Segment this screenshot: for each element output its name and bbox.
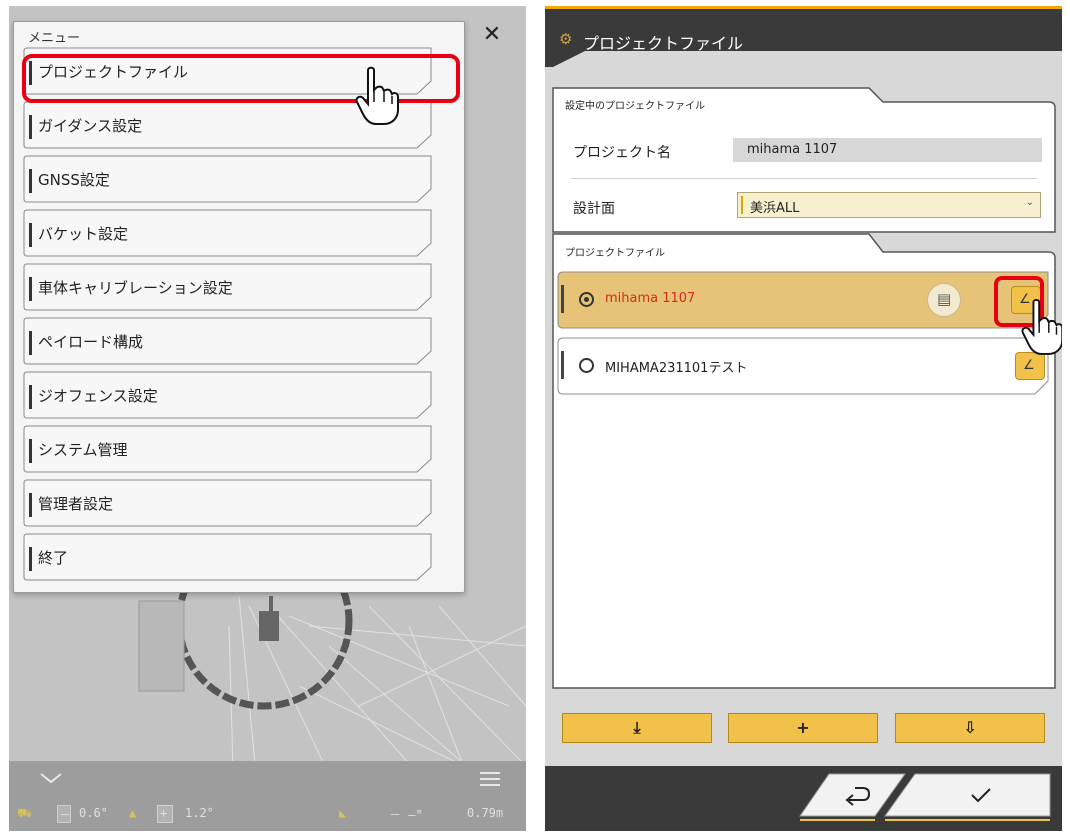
page-title: プロジェクトファイル [583,34,744,53]
menu-item-label: GNSS設定 [38,171,110,189]
menu-item[interactable]: 管理者設定 [23,479,433,527]
menu-item-label: バケット設定 [38,225,129,243]
menu-item[interactable]: 車体キャリブレーション設定 [23,263,433,311]
menu-item-accent [29,115,32,139]
minus-sign: － [59,808,72,822]
menu-item-label: ペイロード構成 [38,333,144,351]
pointing-hand-icon [355,66,399,125]
menu-item-accent [29,277,32,301]
project-name-field: mihama 1107 [733,138,1042,162]
menu-item-label: 管理者設定 [38,495,114,513]
menu-item-label: システム管理 [38,441,128,459]
current-section-label: 設定中のプロジェクトファイル [565,101,705,112]
status-bar: ⛟ － 0.6° ▲ + 1.2° ◣ － ‒° 0.79m [9,802,526,826]
plus-icon: + [796,718,810,737]
back-icon[interactable] [841,784,871,806]
select-accent [741,196,743,214]
import-button[interactable]: ⤓ [562,713,712,743]
menu-item[interactable]: ジオフェンス設定 [23,371,433,419]
menu-item-accent [29,439,32,463]
pointing-hand-icon [1021,298,1062,355]
height-icon: ◣ [339,806,347,820]
row-accent-bar [561,285,564,313]
menu-item[interactable]: システム管理 [23,425,433,473]
menu-item-label: ジオフェンス設定 [38,387,158,405]
design-surface-label: 設計面 [573,201,615,217]
roll-icon: ▲ [129,806,137,820]
divider [571,178,1037,179]
menu-item-accent [29,385,32,409]
design-surface-value: 美浜ALL [750,201,800,216]
file-name: MIHAMA231101テスト [605,361,748,376]
menu-item[interactable]: バケット設定 [23,209,433,257]
menu-title: メニュー [28,31,81,46]
radio-selected-icon[interactable] [579,292,594,307]
download-icon: ⤓ [633,718,641,737]
plus-sign: + [160,806,168,820]
height-value: 0.79m [467,806,504,820]
folder-import-button[interactable]: ⇩ [895,713,1045,743]
folder-icon: ⇩ [963,718,977,737]
left-screen: ⛟ － 0.6° ▲ + 1.2° ◣ － ‒° 0.79m メニュー ✕ プロ… [9,6,526,831]
files-section-label: プロジェクトファイル [565,248,665,259]
radio-unselected-icon[interactable] [579,358,594,373]
menu-item-label: ガイダンス設定 [38,117,143,135]
project-name-label: プロジェクト名 [573,145,671,161]
menu-item-accent [29,169,32,193]
file-row-selected[interactable]: mihama 1107 ▤ ∠ [557,271,1049,329]
hamburger-icon[interactable] [479,770,501,788]
file-row[interactable]: MIHAMA231101テスト ∠ [557,337,1049,395]
pitch-value: 0.6° [79,806,108,820]
gear-icon: ⚙ [559,30,573,48]
offset-value: － ‒° [389,808,423,822]
copy-icon[interactable]: ▤ [927,283,961,317]
navigation-bar [545,766,1062,831]
chevron-down-icon[interactable] [39,770,63,786]
roll-value: 1.2° [185,806,214,820]
check-icon[interactable] [970,786,992,804]
row-accent-bar [561,351,564,379]
menu-item-label: 終了 [38,549,69,567]
menu-item-accent [29,223,32,247]
menu-item-accent [29,547,32,571]
project-name-value: mihama 1107 [747,142,838,157]
add-button[interactable]: + [728,713,878,743]
close-icon[interactable]: ✕ [477,20,507,50]
design-surface-select[interactable]: 美浜ALL ⌄ [737,192,1041,218]
chevron-down-icon: ⌄ [1025,197,1034,208]
menu-item-label: 車体キャリブレーション設定 [38,279,233,297]
right-screen: ⚙ プロジェクトファイル 設定中のプロジェクトファイル プロジェクト名 miha… [545,6,1062,831]
menu-item[interactable]: ペイロード構成 [23,317,433,365]
menu-item-accent [29,331,32,355]
pitch-icon: ⛟ [17,806,33,820]
menu-item[interactable]: 終了 [23,533,433,581]
menu-item-accent [29,493,32,517]
file-name: mihama 1107 [605,291,696,306]
menu-item[interactable]: GNSS設定 [23,155,433,203]
